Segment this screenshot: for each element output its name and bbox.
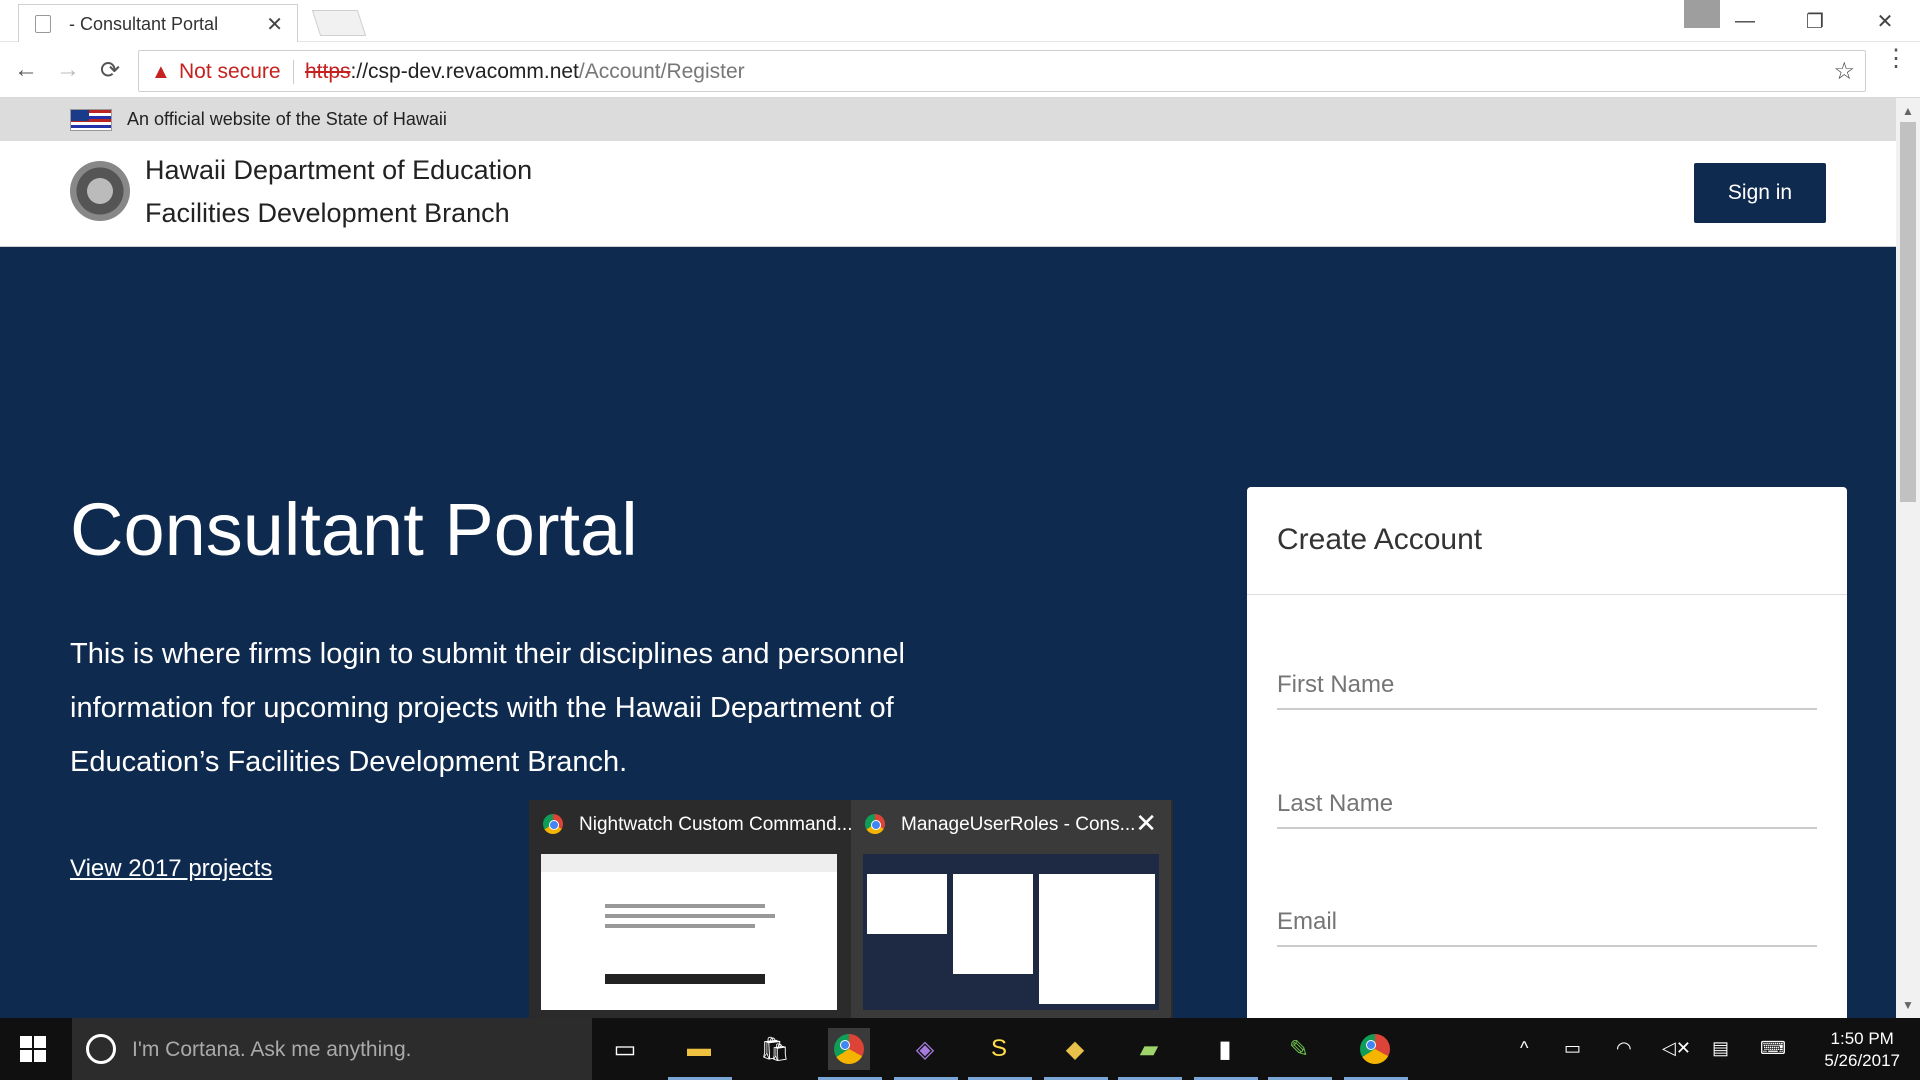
- notification-icon[interactable]: ▤: [1712, 1038, 1729, 1059]
- email-field[interactable]: [1277, 899, 1817, 947]
- menu-icon[interactable]: ⋮: [1884, 47, 1908, 71]
- close-icon[interactable]: ✕: [1135, 808, 1157, 839]
- window-controls: — ❐ ✕: [1710, 0, 1920, 42]
- view-projects-link[interactable]: View 2017 projects: [70, 855, 272, 883]
- notes-icon[interactable]: ▰: [1128, 1028, 1170, 1070]
- card-title: Create Account: [1277, 523, 1483, 556]
- chrome-taskbar-icon[interactable]: [828, 1028, 870, 1070]
- visual-studio-icon[interactable]: ◈: [904, 1028, 946, 1070]
- tab-title: - Consultant Portal: [69, 14, 219, 34]
- page-icon: [35, 15, 51, 33]
- department-name[interactable]: Hawaii Department of Education: [145, 155, 532, 186]
- store-icon[interactable]: 🛍: [754, 1028, 796, 1070]
- windows-start-icon[interactable]: [20, 1036, 46, 1062]
- minimize-icon[interactable]: —: [1710, 0, 1780, 42]
- back-icon[interactable]: ←: [8, 52, 44, 88]
- git-icon[interactable]: ◆: [1054, 1028, 1096, 1070]
- scroll-down-icon[interactable]: ▼: [1902, 998, 1914, 1012]
- clock-time: 1:50 PM: [1830, 1029, 1894, 1048]
- slack-icon[interactable]: S: [978, 1028, 1020, 1070]
- official-banner: An official website of the State of Hawa…: [0, 98, 1896, 141]
- chrome-taskbar-icon[interactable]: [1354, 1028, 1396, 1070]
- chrome-icon: [543, 814, 563, 834]
- browser-toolbar: ← → ⟳ ▲ Not secure https://csp-dev.revac…: [0, 42, 1920, 98]
- wifi-icon[interactable]: ◠: [1616, 1038, 1632, 1059]
- page-scrollbar[interactable]: ▲ ▼: [1896, 98, 1920, 1018]
- cortana-search[interactable]: I'm Cortana. Ask me anything.: [72, 1018, 592, 1080]
- editor-icon[interactable]: ✎: [1278, 1028, 1320, 1070]
- reload-icon[interactable]: ⟳: [92, 52, 128, 88]
- forward-icon[interactable]: →: [50, 52, 86, 88]
- terminal-icon[interactable]: ▮: [1204, 1028, 1246, 1070]
- chevron-up-icon[interactable]: ^: [1520, 1038, 1528, 1059]
- warning-icon: ▲: [151, 61, 171, 83]
- browser-tab-bar: - Consultant Portal ✕ — ❐ ✕: [0, 0, 1920, 42]
- hawaii-flag-icon: [70, 108, 112, 131]
- state-seal-logo[interactable]: [70, 161, 130, 221]
- window-preview: [863, 854, 1159, 1010]
- scroll-thumb[interactable]: [1900, 122, 1916, 502]
- browser-tab[interactable]: - Consultant Portal ✕: [18, 4, 298, 42]
- new-tab-button[interactable]: [311, 10, 367, 36]
- chrome-icon: [865, 814, 885, 834]
- cortana-icon: [86, 1034, 116, 1064]
- hero-description: This is where firms login to submit thei…: [70, 638, 905, 778]
- official-banner-text: An official website of the State of Hawa…: [127, 109, 447, 129]
- security-label[interactable]: Not secure: [179, 60, 281, 84]
- page-title: Consultant Portal: [70, 488, 638, 571]
- cortana-placeholder: I'm Cortana. Ask me anything.: [132, 1038, 412, 1061]
- taskbar-thumbnail-popup: Nightwatch Custom Command... ManageUserR…: [529, 800, 1173, 1018]
- close-tab-icon[interactable]: ✕: [266, 12, 283, 37]
- windows-taskbar: I'm Cortana. Ask me anything. ▭ ▬ 🛍 ◈ S …: [0, 1018, 1920, 1080]
- battery-icon[interactable]: ▭: [1564, 1038, 1581, 1059]
- thumbnail-title: ManageUserRoles - Cons...: [901, 814, 1136, 835]
- window-preview: [541, 854, 837, 1010]
- divider: [293, 60, 294, 84]
- site-header: Hawaii Department of Education Facilitie…: [0, 141, 1896, 247]
- last-name-field[interactable]: [1277, 781, 1817, 829]
- bookmark-star-icon[interactable]: ☆: [1833, 57, 1855, 86]
- system-clock[interactable]: 1:50 PM 5/26/2017: [1824, 1028, 1900, 1072]
- sign-in-button[interactable]: Sign in: [1694, 163, 1826, 223]
- task-view-icon[interactable]: ▭: [604, 1028, 646, 1070]
- file-explorer-icon[interactable]: ▬: [678, 1028, 720, 1070]
- window-thumbnail[interactable]: ManageUserRoles - Cons... ✕: [851, 800, 1171, 1018]
- window-thumbnail[interactable]: Nightwatch Custom Command...: [529, 800, 853, 1018]
- keyboard-icon[interactable]: ⌨: [1760, 1038, 1786, 1059]
- close-window-icon[interactable]: ✕: [1850, 0, 1920, 42]
- thumbnail-title: Nightwatch Custom Command...: [579, 814, 853, 835]
- divider: [1247, 594, 1847, 595]
- volume-icon[interactable]: ◁✕: [1662, 1038, 1691, 1059]
- restore-icon[interactable]: ❐: [1780, 0, 1850, 42]
- create-account-card: Create Account: [1247, 487, 1847, 1018]
- first-name-field[interactable]: [1277, 662, 1817, 710]
- branch-name[interactable]: Facilities Development Branch: [145, 198, 510, 229]
- url-text[interactable]: https://csp-dev.revacomm.net/Account/Reg…: [305, 60, 745, 84]
- address-bar[interactable]: ▲ Not secure https://csp-dev.revacomm.ne…: [138, 50, 1866, 92]
- clock-date: 5/26/2017: [1824, 1051, 1900, 1070]
- scroll-up-icon[interactable]: ▲: [1902, 104, 1914, 118]
